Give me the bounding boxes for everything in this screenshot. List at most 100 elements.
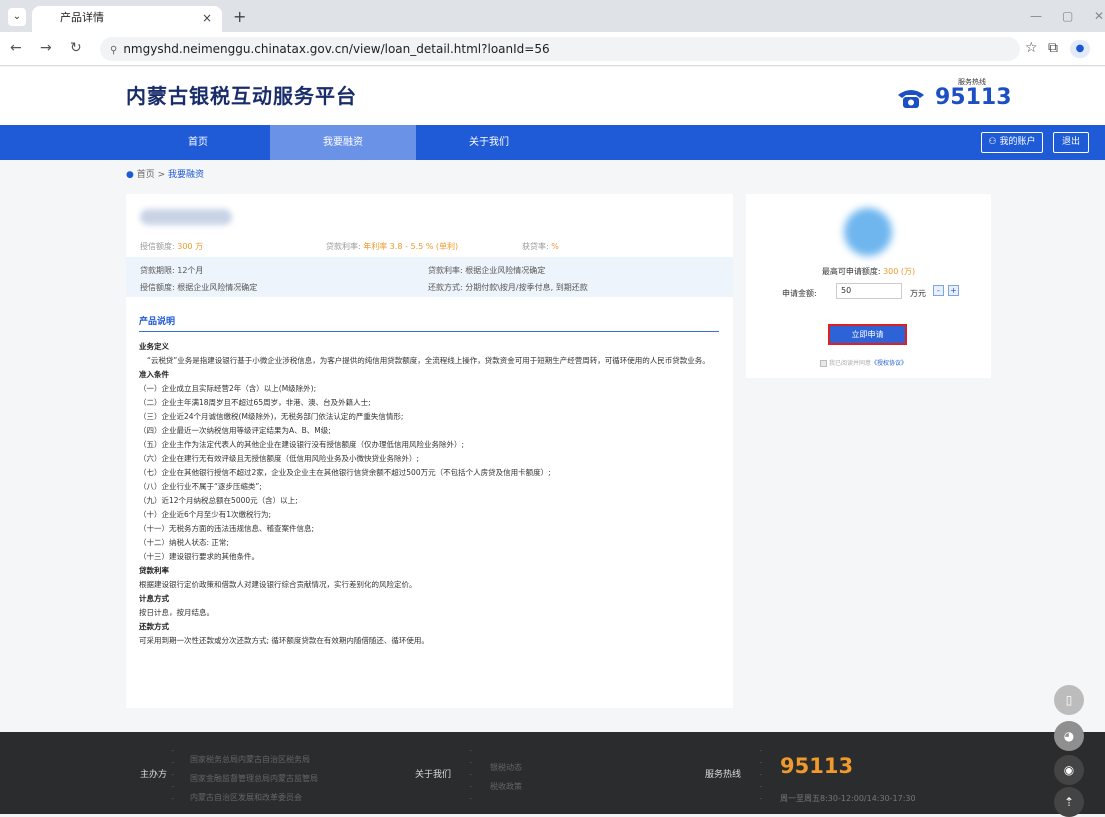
stat-credit-value: 300 万 <box>177 242 204 251</box>
condition-item: （八）企业行业不属于“逐步压缩类”; <box>139 482 262 491</box>
amount-label: 申请金额: <box>782 289 817 298</box>
site-header: 内蒙古银税互动服务平台 服务热线 95113 <box>0 67 1105 125</box>
tab-close-icon[interactable]: × <box>202 6 212 30</box>
condition-item: （十一）无税务方面的违法违规信息、稽查案件信息; <box>139 524 315 533</box>
minimize-icon[interactable]: — <box>1030 9 1042 23</box>
bookmark-star-icon[interactable]: ☆ <box>1025 40 1038 56</box>
main-nav: 首页 我要融资 关于我们 ⚇ 我的账户 退出 <box>0 125 1105 160</box>
repay-title: 还款方式 <box>139 622 169 631</box>
stat-credit: 授信额度: 300 万 <box>140 241 203 252</box>
cond-title: 准入条件 <box>139 370 169 379</box>
stat-approval-label: 获贷率: <box>522 242 552 251</box>
logout-button[interactable]: 退出 <box>1053 132 1089 153</box>
def-title: 业务定义 <box>139 342 169 351</box>
product-detail-card: 授信额度: 300 万 贷款利率: 年利率 3.8 - 5.5 % (单利) 获… <box>126 194 733 708</box>
about-label: 关于我们 <box>415 770 452 780</box>
hotline-number: 95113 <box>935 85 1012 110</box>
agreement-link[interactable]: 《授权协议》 <box>871 360 907 367</box>
breadcrumb-home[interactable]: 首页 <box>137 170 155 180</box>
nav-home[interactable]: 首页 <box>126 125 270 160</box>
info-term: 贷款期限: 12个月 <box>140 266 204 275</box>
repay-text: 可采用到期一次性还款或分次还款方式; 循环额度贷款在有效期内随借随还、循环使用。 <box>139 636 429 645</box>
back-to-top-icon[interactable]: ⇡ <box>1054 787 1084 817</box>
organizer-link[interactable]: 内蒙古自治区发展和改革委员会 <box>190 792 302 803</box>
interest-title: 计息方式 <box>139 594 169 603</box>
new-tab-icon[interactable]: + <box>233 7 246 26</box>
breadcrumb-current[interactable]: 我要融资 <box>168 170 204 180</box>
agree-checkbox[interactable] <box>820 360 827 367</box>
condition-item: （十二）纳税人状态: 正常; <box>139 538 229 547</box>
agreement-row: 我已阅读并同意《授权协议》 <box>820 358 907 367</box>
organizer-link[interactable]: 国家金融监督管理总局内蒙古监管局 <box>190 773 318 784</box>
interest-text: 按日计息，按月结息。 <box>139 608 214 617</box>
my-account-button[interactable]: ⚇ 我的账户 <box>981 132 1043 153</box>
info-credit: 授信额度: 根据企业风险情况确定 <box>140 283 258 292</box>
tab-search-icon[interactable]: ⌄ <box>8 8 26 26</box>
condition-item: （五）企业主作为法定代表人的其他企业在建设银行没有授信额度（仅办理低信用风险业务… <box>139 440 465 449</box>
footer-divider: · · · · · <box>172 748 174 803</box>
breadcrumb: ● 首页 > 我要融资 <box>126 167 204 180</box>
about-link[interactable]: 税收政策 <box>490 781 522 792</box>
rate-text: 根据建设银行定价政策和借款人对建设银行综合贡献情况，实行差别化的风险定价。 <box>139 580 417 589</box>
close-window-icon[interactable]: ✕ <box>1094 9 1104 23</box>
address-bar: ← → ↻ ⚲ nmgyshd.neimenggu.chinatax.gov.cn… <box>0 32 1105 66</box>
my-account-label: 我的账户 <box>999 137 1036 147</box>
condition-item: （七）企业在其他银行授信不超过2家，企业及企业主在其他银行信贷余额不超过500万… <box>139 468 551 477</box>
site-title: 内蒙古银税互动服务平台 <box>126 84 357 108</box>
section-divider <box>139 331 719 332</box>
amount-increase-button[interactable]: + <box>948 285 959 296</box>
tab-title: 产品详情 <box>60 11 104 24</box>
about-link[interactable]: 银税动态 <box>490 762 522 773</box>
customer-service-icon[interactable]: ◉ <box>1054 755 1084 785</box>
site-footer: 主办方 · · · · · 国家税务总局内蒙古自治区税务局 国家金融监督管理总局内蒙古监… <box>0 732 1105 814</box>
site-info-icon[interactable]: ⚲ <box>110 39 117 63</box>
web-page: 内蒙古银税互动服务平台 服务热线 95113 首页 我要融资 关于我们 ⚇ 我的… <box>0 67 1105 817</box>
condition-item: （十）企业近6个月至少有1次缴税行为; <box>139 510 272 519</box>
back-icon[interactable]: ← <box>10 40 22 56</box>
wechat-icon[interactable]: ◕ <box>1054 721 1084 751</box>
section-title: 产品说明 <box>139 317 176 327</box>
url-field[interactable]: ⚲ nmgyshd.neimenggu.chinatax.gov.cn/view/… <box>100 37 1020 61</box>
blurred-product-name <box>140 209 232 225</box>
loan-info-band: 贷款期限: 12个月 贷款利率: 根据企业风险情况确定 授信额度: 根据企业风险… <box>126 257 733 297</box>
condition-item: （十三）建设银行要求的其他条件。 <box>139 552 259 561</box>
mobile-app-icon[interactable]: ▯ <box>1054 685 1084 715</box>
stat-approval: 获贷率: % <box>522 241 559 252</box>
service-hours: 周一至周五8:30-12:00/14:30-17:30 <box>780 794 916 803</box>
extensions-icon[interactable]: ⧉ <box>1048 40 1058 56</box>
browser-tab[interactable]: 产品详情 × <box>32 6 222 32</box>
max-amount: 最高可申请额度: 300 (万) <box>746 266 991 277</box>
stat-approval-value: % <box>551 242 559 251</box>
user-icon: ⚇ <box>988 137 1000 147</box>
forward-icon[interactable]: → <box>40 40 52 56</box>
footer-divider: · · · · · <box>470 748 472 803</box>
stat-rate-label: 贷款利率: <box>326 242 364 251</box>
condition-item: （九）近12个月纳税总额在5000元（含）以上; <box>139 496 298 505</box>
nav-about[interactable]: 关于我们 <box>416 125 562 160</box>
condition-item: （三）企业近24个月诚信缴税(M级除外)，无税务部门依法认定的严重失信情形; <box>139 412 404 421</box>
apply-card: 最高可申请额度: 300 (万) 申请金额: 50 万元 - + 立即申请 我已… <box>746 194 991 378</box>
organizer-link[interactable]: 国家税务总局内蒙古自治区税务局 <box>190 754 310 765</box>
organizer-label: 主办方 <box>140 770 168 780</box>
nav-financing[interactable]: 我要融资 <box>270 125 416 160</box>
phone-icon <box>898 90 924 108</box>
reload-icon[interactable]: ↻ <box>70 40 82 56</box>
footer-hotline-label: 服务热线 <box>705 770 742 780</box>
profile-avatar-icon[interactable]: ● <box>1070 40 1090 58</box>
max-amount-value: 300 (万) <box>883 267 916 276</box>
browser-tabstrip: ⌄ 产品详情 × + — ▢ ✕ <box>0 0 1105 32</box>
condition-item: （二）企业主年满18周岁且不超过65周岁，非港、澳、台及外籍人士; <box>139 398 371 407</box>
apply-now-button[interactable]: 立即申请 <box>828 324 907 345</box>
def-text: “云税贷”业务是指建设银行基于小微企业涉税信息，为客户提供的纯信用贷款额度，全流… <box>147 356 710 365</box>
location-pin-icon: ● <box>126 170 134 180</box>
bank-logo <box>844 208 892 256</box>
footer-hotline-number: 95113 <box>780 754 854 778</box>
amount-input[interactable]: 50 <box>836 283 902 299</box>
amount-decrease-button[interactable]: - <box>933 285 944 296</box>
url-text: nmgyshd.neimenggu.chinatax.gov.cn/view/l… <box>123 42 550 56</box>
info-repay: 还款方式: 分期付款\按月/按季付息, 到期还款 <box>428 283 588 292</box>
maximize-icon[interactable]: ▢ <box>1062 9 1073 23</box>
agree-text: 我已阅读并同意 <box>829 360 872 367</box>
amount-unit: 万元 <box>910 289 926 298</box>
footer-divider: · · · · · <box>760 748 762 803</box>
